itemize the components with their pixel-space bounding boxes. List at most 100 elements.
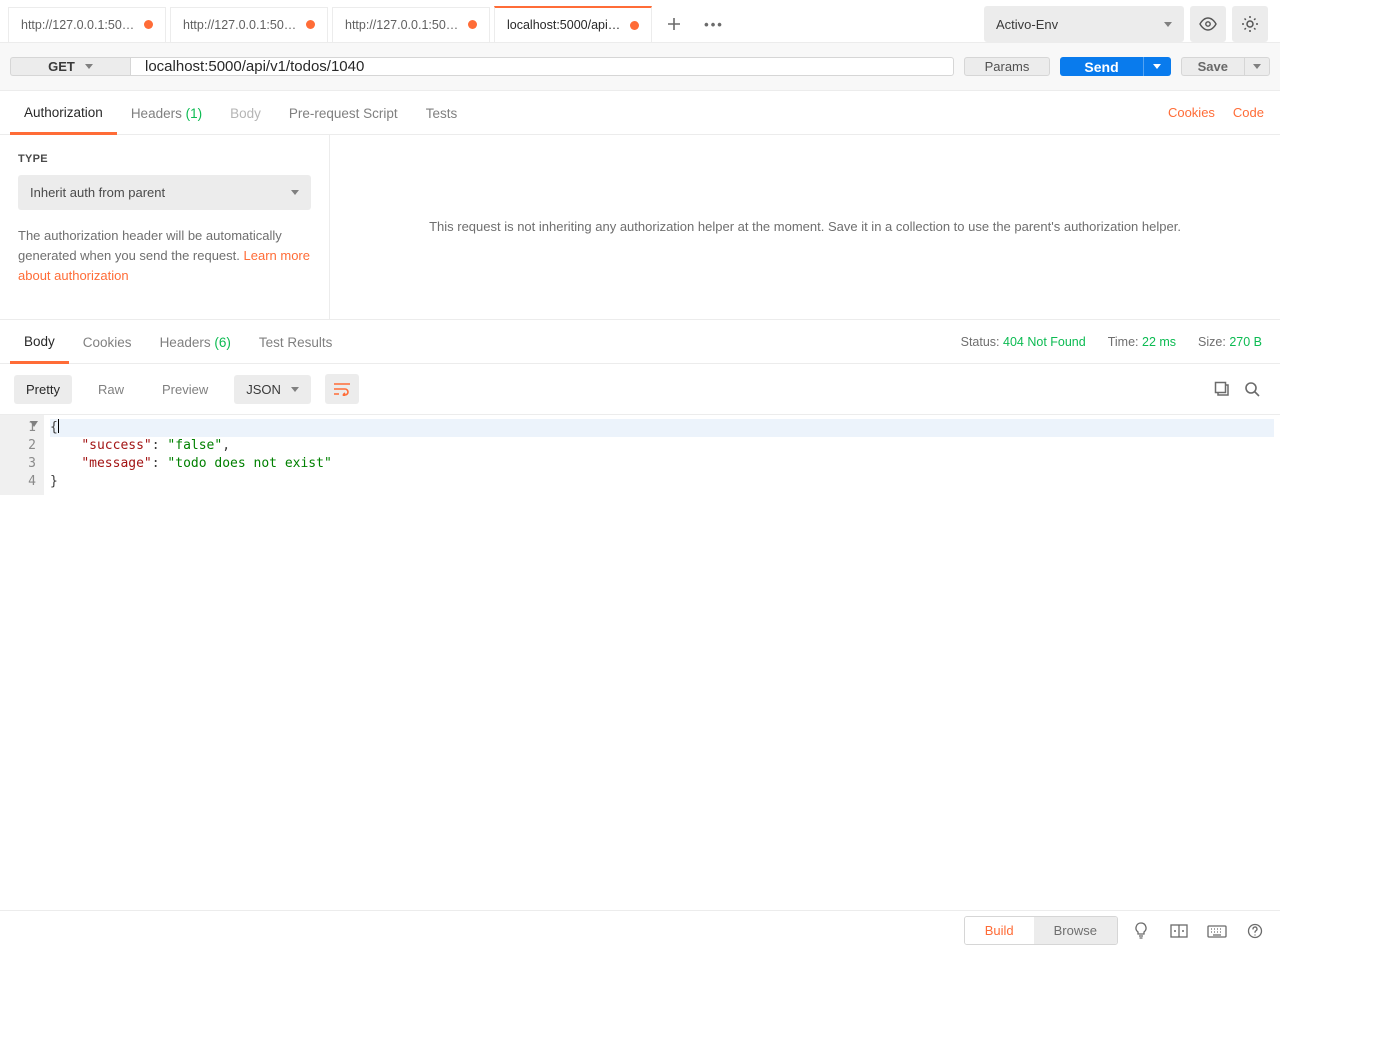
view-label: Preview	[162, 382, 208, 397]
request-tabs-right: Cookies Code	[1168, 105, 1270, 120]
send-label: Send	[1084, 59, 1118, 75]
chevron-down-icon	[291, 190, 299, 195]
view-label: Pretty	[26, 382, 60, 397]
response-info: Status: 404 Not Found Time: 22 ms Size: …	[961, 335, 1270, 349]
tab-label: http://127.0.0.1:5000/	[21, 18, 136, 32]
time-group: Time: 22 ms	[1108, 335, 1176, 349]
resp-tab-body[interactable]: Body	[10, 320, 69, 364]
status-label: Status:	[961, 335, 1000, 349]
code-line: {	[50, 419, 1274, 437]
tab-prerequest[interactable]: Pre-request Script	[275, 92, 412, 133]
keyboard-shortcuts-button[interactable]	[1202, 916, 1232, 946]
mode-label: Build	[985, 923, 1014, 938]
code-content[interactable]: { "success": "false", "message": "todo d…	[44, 415, 1280, 495]
url-group: GET	[10, 57, 954, 76]
tab-label: Body	[230, 106, 261, 121]
tab-label: Test Results	[259, 335, 333, 350]
save-dropdown-button[interactable]	[1244, 57, 1270, 76]
tab-0[interactable]: http://127.0.0.1:5000/	[8, 7, 166, 42]
view-label: Raw	[98, 382, 124, 397]
chevron-down-icon	[1153, 64, 1161, 69]
tab-2[interactable]: http://127.0.0.1:5000/	[332, 7, 490, 42]
line-number: 2	[0, 437, 36, 455]
url-field-wrap	[130, 57, 954, 76]
wrap-lines-button[interactable]	[325, 374, 359, 404]
browse-mode-button[interactable]: Browse	[1034, 917, 1117, 944]
format-dropdown[interactable]: JSON	[234, 375, 311, 404]
resp-tab-cookies[interactable]: Cookies	[69, 321, 146, 362]
size-group: Size: 270 B	[1198, 335, 1262, 349]
build-mode-button[interactable]: Build	[965, 917, 1034, 944]
tab-label: Cookies	[83, 335, 132, 350]
panels-icon	[1170, 924, 1188, 938]
view-pretty[interactable]: Pretty	[14, 375, 72, 404]
environment-dropdown[interactable]: Activo-Env	[984, 6, 1184, 42]
resp-tab-testresults[interactable]: Test Results	[245, 321, 347, 362]
auth-hint-text: The authorization header will be automat…	[18, 228, 282, 263]
tab-tests[interactable]: Tests	[412, 92, 472, 133]
line-gutter: 1 2 3 4	[0, 415, 44, 495]
tab-label: Body	[24, 334, 55, 349]
tab-authorization[interactable]: Authorization	[10, 91, 117, 135]
method-label: GET	[48, 59, 75, 74]
fold-icon[interactable]	[30, 421, 38, 427]
view-preview[interactable]: Preview	[150, 375, 220, 404]
environment-selected: Activo-Env	[996, 17, 1058, 32]
tab-label: Headers	[160, 335, 211, 350]
status-value: 404 Not Found	[1003, 335, 1086, 349]
save-label: Save	[1198, 59, 1228, 74]
request-row: GET Params Send Save	[0, 43, 1280, 91]
auth-panel: TYPE Inherit auth from parent The author…	[0, 135, 1280, 320]
time-label: Time:	[1108, 335, 1139, 349]
keyboard-icon	[1207, 924, 1227, 938]
chevron-down-icon	[1164, 22, 1172, 27]
status-group: Status: 404 Not Found	[961, 335, 1086, 349]
chevron-down-icon	[85, 64, 93, 69]
params-label: Params	[985, 59, 1030, 74]
tab-3[interactable]: localhost:5000/api/v1/	[494, 6, 652, 42]
tab-1[interactable]: http://127.0.0.1:5000/	[170, 7, 328, 42]
tab-count: (1)	[186, 106, 203, 121]
tab-label: Tests	[426, 106, 458, 121]
help-icon	[1247, 923, 1263, 939]
send-dropdown-button[interactable]	[1143, 57, 1171, 76]
send-button[interactable]: Send	[1060, 57, 1142, 76]
time-value: 22 ms	[1142, 335, 1176, 349]
save-button[interactable]: Save	[1181, 57, 1244, 76]
tab-label: Pre-request Script	[289, 106, 398, 121]
search-icon	[1244, 381, 1260, 397]
view-raw[interactable]: Raw	[86, 375, 136, 404]
help-button[interactable]	[1240, 916, 1270, 946]
plus-icon	[667, 17, 681, 31]
code-link[interactable]: Code	[1233, 105, 1264, 120]
gear-icon	[1241, 15, 1259, 33]
bootcamp-button[interactable]	[1126, 916, 1156, 946]
wrap-icon	[333, 382, 351, 396]
cookies-link[interactable]: Cookies	[1168, 105, 1215, 120]
settings-button[interactable]	[1232, 6, 1268, 42]
line-number: 1	[0, 419, 36, 437]
new-tab-button[interactable]	[656, 6, 692, 42]
tab-headers[interactable]: Headers (1)	[117, 92, 216, 133]
code-line: "success": "false",	[50, 437, 1274, 455]
unsaved-dot-icon	[630, 21, 639, 30]
two-pane-button[interactable]	[1164, 916, 1194, 946]
search-response-button[interactable]	[1244, 381, 1260, 397]
tab-label: Authorization	[24, 105, 103, 120]
auth-type-dropdown[interactable]: Inherit auth from parent	[18, 175, 311, 210]
auth-right-message: This request is not inheriting any autho…	[429, 217, 1181, 237]
environment-quicklook-button[interactable]	[1190, 6, 1226, 42]
tab-label: http://127.0.0.1:5000/	[183, 18, 298, 32]
params-button[interactable]: Params	[964, 57, 1051, 76]
eye-icon	[1199, 17, 1217, 31]
chevron-down-icon	[291, 387, 299, 392]
tab-body[interactable]: Body	[216, 92, 275, 133]
method-dropdown[interactable]: GET	[10, 57, 130, 76]
send-group: Send	[1060, 57, 1170, 76]
response-tabs: Body Cookies Headers (6) Test Results St…	[0, 320, 1280, 364]
more-tabs-button[interactable]: •••	[696, 6, 732, 42]
resp-tab-headers[interactable]: Headers (6)	[146, 321, 245, 362]
line-number: 3	[0, 455, 36, 473]
url-input[interactable]	[145, 58, 939, 75]
copy-button[interactable]	[1214, 381, 1230, 397]
